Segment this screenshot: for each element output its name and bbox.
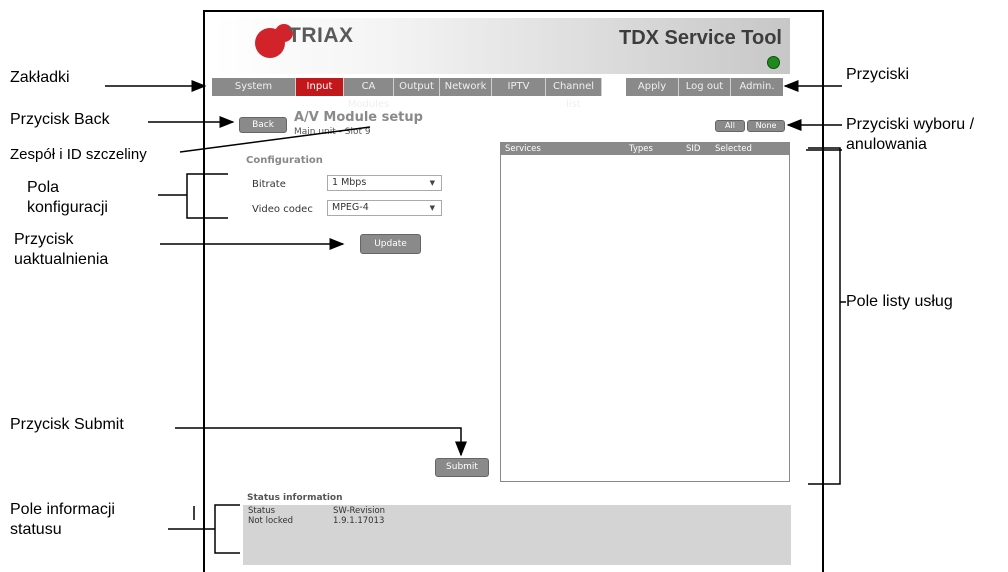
callout-lines: [105, 80, 846, 554]
